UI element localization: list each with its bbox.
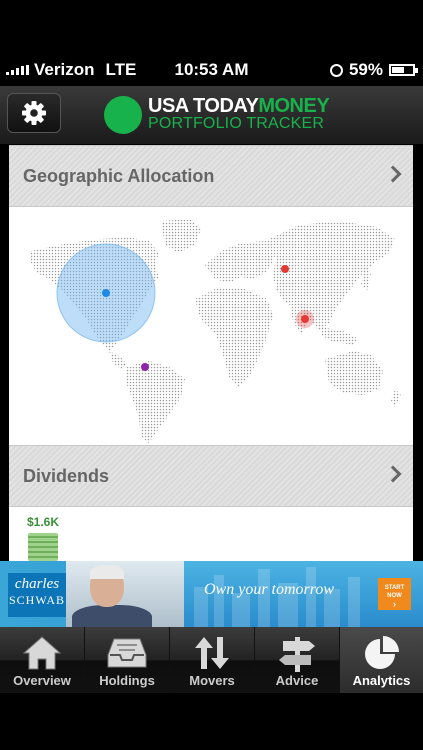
schwab-brand-line1: charles (14, 576, 60, 592)
logo-money: MONEY (258, 95, 330, 117)
alarm-icon (329, 63, 343, 77)
settings-button[interactable] (7, 93, 61, 133)
tab-overview-label: Overview (13, 673, 71, 688)
nav-bar: USA TODAYMONEY PORTFOLIO TRACKER (0, 86, 423, 145)
battery-percent: 59% (348, 60, 383, 79)
tab-holdings-label: Holdings (99, 673, 155, 688)
tab-analytics-label: Analytics (352, 673, 411, 688)
bottom-area (0, 693, 423, 750)
dividends-title: Dividends (23, 466, 110, 486)
dividends-amount: $1.6K (27, 515, 60, 529)
ad-banner[interactable]: charles SCHWAB Own your tomorrow START N… (0, 561, 423, 627)
ad-person-photo (66, 561, 184, 627)
logo-subtitle: PORTFOLIO TRACKER (148, 115, 325, 132)
ad-tagline: Own your tomorrow (204, 581, 335, 598)
pie-chart-icon (364, 636, 399, 669)
charles-schwab-logo: charles SCHWAB (8, 573, 66, 617)
inbox-icon (107, 638, 147, 668)
signpost-icon (279, 637, 315, 672)
house-icon (22, 636, 62, 670)
tab-bar: Overview Holdings Movers Advice Analytic… (0, 627, 423, 693)
battery-info: 59% (329, 60, 418, 80)
tab-advice-label: Advice (275, 673, 319, 688)
status-bar: Verizon LTE 10:53 AM 59% (0, 0, 423, 86)
battery-icon (389, 64, 418, 76)
logo-dot (104, 96, 142, 134)
russia-marker[interactable] (281, 265, 289, 273)
tab-overview[interactable]: Overview (0, 627, 84, 693)
tab-analytics[interactable]: Analytics (340, 627, 423, 693)
app-logo: USA TODAYMONEY PORTFOLIO TRACKER (104, 94, 334, 136)
world-map (31, 219, 401, 443)
chevron-right-icon (384, 465, 402, 483)
south-america-marker[interactable] (141, 363, 149, 371)
up-down-arrows-icon (195, 637, 229, 669)
tab-movers-label: Movers (189, 673, 235, 688)
start-now-button[interactable]: START NOW › (378, 578, 411, 610)
schwab-brand-line2: SCHWAB (8, 593, 65, 607)
analytics-content: Geographic Allocation Dividends $1.6K (9, 145, 413, 561)
tab-advice[interactable]: Advice (255, 627, 339, 693)
tab-holdings[interactable]: Holdings (85, 627, 169, 693)
tab-movers[interactable]: Movers (170, 627, 254, 693)
north-america-marker[interactable] (102, 289, 110, 297)
chevron-right-icon (384, 165, 402, 183)
gear-icon (22, 101, 46, 125)
geographic-allocation-title: Geographic Allocation (23, 166, 215, 186)
geographic-allocation-header[interactable]: Geographic Allocation (9, 145, 413, 207)
china-marker[interactable] (301, 315, 309, 323)
money-stack-icon (28, 533, 58, 561)
dividends-header[interactable]: Dividends (9, 445, 413, 507)
logo-usa-today: USA TODAY (148, 95, 259, 117)
